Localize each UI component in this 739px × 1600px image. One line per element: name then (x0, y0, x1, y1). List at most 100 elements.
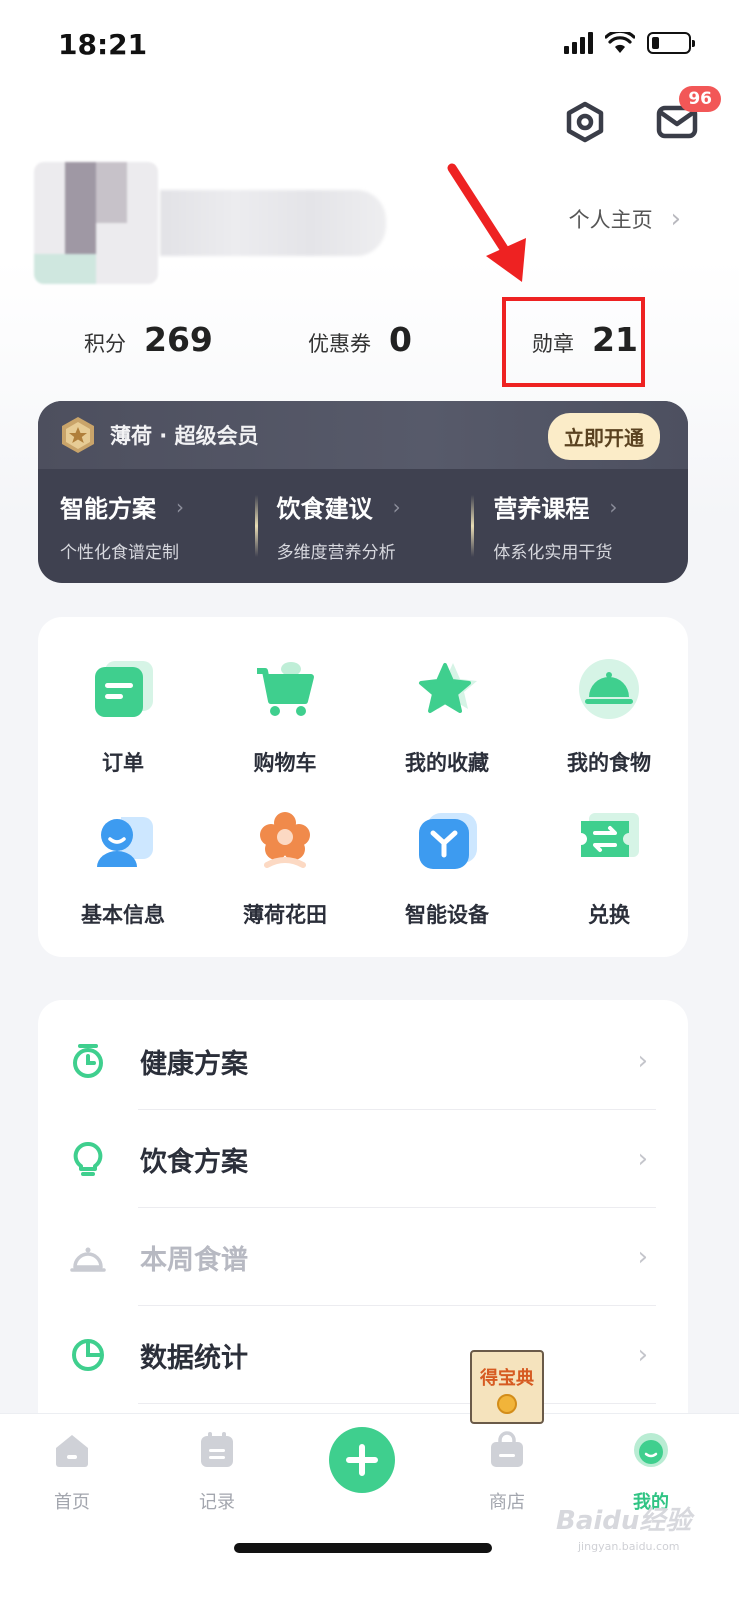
benefit-diet-advice[interactable]: 饮食建议 › 多维度营养分析 (254, 489, 472, 563)
personal-homepage-link[interactable]: 个人主页 › (569, 204, 681, 234)
benefit-smart-plan[interactable]: 智能方案 › 个性化食谱定制 (38, 489, 255, 564)
chevron-right-icon: › (637, 1242, 648, 1272)
points-value: 269 (144, 320, 213, 359)
menu-item-health-plan[interactable]: 健康方案 › (38, 1012, 688, 1110)
chevron-right-icon: › (392, 494, 401, 519)
avatar[interactable] (34, 162, 158, 284)
star-icon (419, 663, 477, 713)
home-indicator (234, 1543, 492, 1553)
record-icon (201, 1432, 233, 1467)
grid-label: 订单 (102, 751, 144, 775)
cloche-icon (70, 1247, 106, 1272)
cart-icon (257, 662, 314, 716)
personal-homepage-label: 个人主页 (568, 208, 653, 232)
grid-label: 兑换 (588, 903, 630, 927)
watermark: Baidu经验 (556, 1506, 692, 1536)
tab-label: 首页 (54, 1492, 90, 1513)
grid-item-orders[interactable]: 订单 (42, 657, 204, 777)
points-stat[interactable]: 积分 269 (84, 320, 213, 359)
coupons-value: 0 (389, 320, 412, 359)
exchange-icon (581, 813, 639, 857)
me-icon (634, 1433, 668, 1467)
grid-item-favorites[interactable]: 我的收藏 (366, 657, 528, 777)
benefit-title: 智能方案 (60, 495, 156, 523)
member-medal-icon (62, 417, 94, 453)
coin-icon (497, 1394, 517, 1414)
tab-home[interactable]: 首页 (22, 1430, 122, 1514)
menu-item-label: 健康方案 (140, 1048, 248, 1080)
treasure-promo[interactable]: 得宝典 (470, 1350, 544, 1424)
grid-item-exchange[interactable]: 兑换 (528, 809, 690, 929)
member-header: 薄荷 · 超级会员 立即开通 (38, 401, 688, 469)
grid-item-mint-garden[interactable]: 薄荷花田 (204, 809, 366, 929)
notification-badge: 96 (679, 86, 721, 112)
settings-button[interactable] (563, 100, 607, 144)
pie-chart-icon (72, 1339, 104, 1371)
battery-icon (647, 32, 695, 54)
benefit-subtitle: 个性化食谱定制 (60, 543, 179, 563)
divider (138, 1403, 656, 1404)
annotation-arrow (447, 163, 526, 282)
add-record-button[interactable] (329, 1427, 395, 1493)
shop-icon (491, 1431, 523, 1467)
order-icon (95, 661, 153, 717)
tab-shop[interactable]: 商店 (457, 1430, 557, 1514)
grid-item-cart[interactable]: 购物车 (204, 657, 366, 777)
grid-label: 智能设备 (405, 903, 489, 927)
benefit-title: 营养课程 (493, 495, 590, 523)
message-button[interactable]: 96 (655, 86, 721, 144)
annotation-highlight-box (502, 297, 645, 387)
menu-list: 健康方案 › 饮食方案 › 本周食谱 › 数据统计 › (38, 1000, 688, 1420)
grid-label: 购物车 (253, 751, 317, 775)
plus-icon (346, 1444, 378, 1476)
wifi-icon (605, 32, 635, 53)
chevron-right-icon: › (637, 1340, 648, 1370)
benefit-subtitle: 多维度营养分析 (276, 543, 396, 563)
bulb-icon (73, 1141, 103, 1176)
coupons-stat[interactable]: 优惠券 0 (308, 320, 412, 359)
header-actions: 96 (563, 86, 721, 144)
member-benefits: 智能方案 › 个性化食谱定制 饮食建议 › 多维度营养分析 营养课程 › 体系化实用干… (38, 469, 688, 583)
tab-record[interactable]: 记录 (167, 1430, 267, 1514)
chevron-right-icon: › (637, 1144, 648, 1174)
member-title: 薄荷 · 超级会员 (110, 424, 259, 448)
grid-label: 我的食物 (567, 751, 651, 775)
coupons-label: 优惠券 (308, 332, 371, 356)
benefit-title: 饮食建议 (276, 495, 373, 523)
person-icon (97, 817, 153, 867)
status-icons (564, 32, 695, 54)
nickname-blurred (160, 190, 386, 256)
menu-item-statistics[interactable]: 数据统计 › (38, 1306, 688, 1404)
grid-item-smart-device[interactable]: 智能设备 (366, 809, 528, 929)
activate-button[interactable]: 立即开通 (548, 413, 660, 460)
flower-icon (260, 812, 310, 868)
device-icon (419, 813, 477, 869)
tab-label: 商店 (489, 1492, 525, 1513)
grid-item-basic-info[interactable]: 基本信息 (42, 809, 204, 929)
feature-grid: 订单 购物车 我的收藏 我的食物 基本信息 薄荷花田 智能设备 兑换 (38, 617, 688, 957)
chevron-right-icon: › (637, 1046, 648, 1076)
menu-item-label: 本周食谱 (140, 1244, 248, 1276)
grid-label: 薄荷花田 (243, 903, 327, 927)
menu-item-label: 数据统计 (140, 1342, 248, 1374)
menu-item-label: 饮食方案 (140, 1146, 248, 1178)
tab-label: 记录 (199, 1492, 235, 1513)
status-bar: 18:21 (0, 0, 739, 90)
settings-hex-icon (566, 101, 604, 143)
chevron-right-icon: › (176, 494, 184, 519)
menu-item-weekly-recipes[interactable]: 本周食谱 › (38, 1208, 688, 1306)
food-cloche-icon (579, 659, 639, 719)
status-time: 18:21 (58, 28, 148, 61)
member-card[interactable]: 薄荷 · 超级会员 立即开通 智能方案 › 个性化食谱定制 饮食建议 › 多维度营养… (38, 401, 688, 583)
promo-label: 得宝典 (480, 1368, 534, 1389)
benefit-subtitle: 体系化实用干货 (493, 543, 613, 563)
grid-label: 基本信息 (81, 903, 165, 927)
grid-label: 我的收藏 (405, 751, 489, 775)
benefit-nutrition-course[interactable]: 营养课程 › 体系化实用干货 (471, 489, 688, 563)
chevron-right-icon: › (670, 204, 681, 234)
cellular-signal-icon (564, 32, 593, 54)
watermark-url: jingyan.baidu.com (578, 1540, 680, 1553)
chevron-right-icon: › (609, 494, 618, 519)
grid-item-my-food[interactable]: 我的食物 (528, 657, 690, 777)
menu-item-diet-plan[interactable]: 饮食方案 › (38, 1110, 688, 1208)
